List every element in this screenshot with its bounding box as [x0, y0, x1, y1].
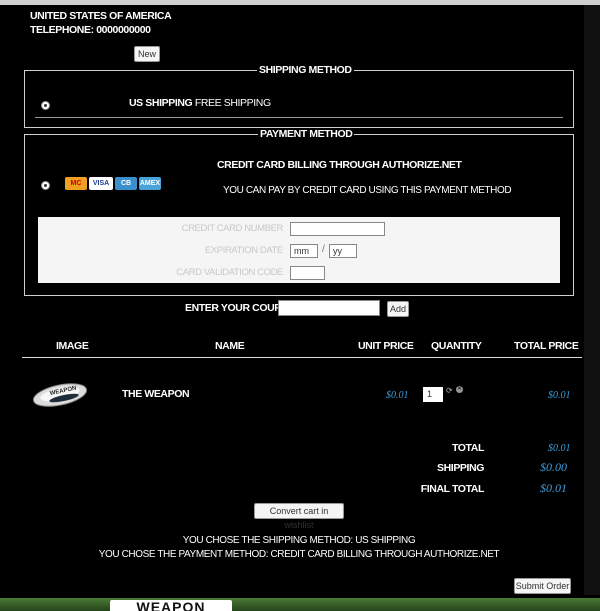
header-unit-price: UNIT PRICE — [358, 340, 414, 352]
amex-icon: AMEX — [139, 177, 161, 190]
address-telephone: TELEPHONE: 0000000000 — [30, 24, 151, 36]
mastercard-icon: MC — [65, 177, 87, 190]
submit-order-button[interactable]: Submit Order — [514, 578, 571, 594]
product-name[interactable]: THE WEAPON — [122, 388, 190, 400]
shipping-method-box: SHIPPING METHOD US SHIPPING FREE SHIPPIN… — [24, 64, 574, 128]
product-thumbnail[interactable]: WEAPON — [30, 375, 90, 409]
payment-radio[interactable] — [41, 181, 50, 190]
shipping-method-legend: SHIPPING METHOD — [257, 64, 354, 76]
shipping-option-name: US SHIPPING — [129, 97, 193, 109]
cc-number-input[interactable] — [290, 222, 385, 236]
footer-logo[interactable]: WEAPON — [110, 600, 232, 611]
add-coupon-button[interactable]: Add — [387, 301, 409, 317]
header-total-price: TOTAL PRICE — [514, 340, 579, 352]
payment-method-legend: PAYMENT METHOD — [258, 128, 355, 140]
product-unit-price: $0.01 — [386, 390, 409, 401]
visa-icon: VISA — [89, 177, 113, 190]
header-image: IMAGE — [56, 340, 89, 352]
shipping-option-desc: FREE SHIPPING — [194, 97, 271, 109]
footer-banner: WEAPON — [0, 598, 600, 611]
exp-separator: / — [322, 244, 325, 255]
shipping-option[interactable]: US SHIPPING FREE SHIPPING — [129, 97, 271, 109]
update-quantity-icon[interactable]: ⟳ — [446, 386, 453, 395]
address-country: UNITED STATES OF AMERICA — [30, 10, 172, 22]
exp-year-input[interactable]: yy — [329, 244, 357, 258]
final-total-value: $0.01 — [540, 481, 567, 495]
cc-number-label: CREDIT CARD NUMBER — [181, 223, 284, 234]
coupon-input[interactable] — [278, 300, 380, 316]
shipping-divider — [35, 117, 563, 118]
remove-item-icon[interactable]: ✕ — [456, 386, 463, 393]
total-value: $0.01 — [548, 443, 571, 454]
footer-logo-text: WEAPON — [136, 600, 206, 611]
product-total-price: $0.01 — [548, 390, 571, 401]
cb-card-icon: CB — [115, 177, 137, 190]
final-total-label: FINAL TOTAL — [420, 483, 485, 495]
browser-top-edge — [0, 0, 600, 5]
new-address-button[interactable]: New — [134, 46, 160, 62]
cvc-label: CARD VALIDATION CODE — [176, 267, 283, 278]
checkout-page: UNITED STATES OF AMERICA TELEPHONE: 0000… — [14, 6, 584, 598]
cart-header-divider — [22, 357, 582, 358]
page-right-gutter — [584, 5, 600, 595]
cvc-input[interactable] — [290, 266, 325, 280]
total-label: TOTAL — [451, 442, 484, 454]
shipping-radio[interactable] — [41, 101, 50, 110]
expiration-label: EXPIRATION DATE — [204, 245, 284, 256]
header-name: NAME — [215, 340, 245, 352]
quantity-input[interactable]: 1 — [423, 387, 443, 402]
chosen-shipping-text: YOU CHOSE THE SHIPPING METHOD: US SHIPPI… — [182, 535, 416, 546]
credit-card-form: CREDIT CARD NUMBER EXPIRATION DATE mm / … — [38, 217, 560, 283]
payment-title: CREDIT CARD BILLING THROUGH AUTHORIZE.NE… — [217, 159, 462, 171]
shipping-total-label: SHIPPING — [437, 462, 484, 474]
payment-method-box: PAYMENT METHOD MC VISA CB AMEX CREDIT CA… — [24, 128, 574, 296]
chosen-payment-text: YOU CHOSE THE PAYMENT METHOD: CREDIT CAR… — [98, 549, 500, 560]
shipping-total-value: $0.00 — [540, 460, 567, 474]
convert-wishlist-button[interactable]: Convert cart in wishlist — [254, 503, 344, 530]
exp-month-input[interactable]: mm — [290, 244, 318, 258]
payment-subtitle: YOU CAN PAY BY CREDIT CARD USING THIS PA… — [223, 185, 512, 196]
header-quantity: QUANTITY — [431, 340, 482, 352]
